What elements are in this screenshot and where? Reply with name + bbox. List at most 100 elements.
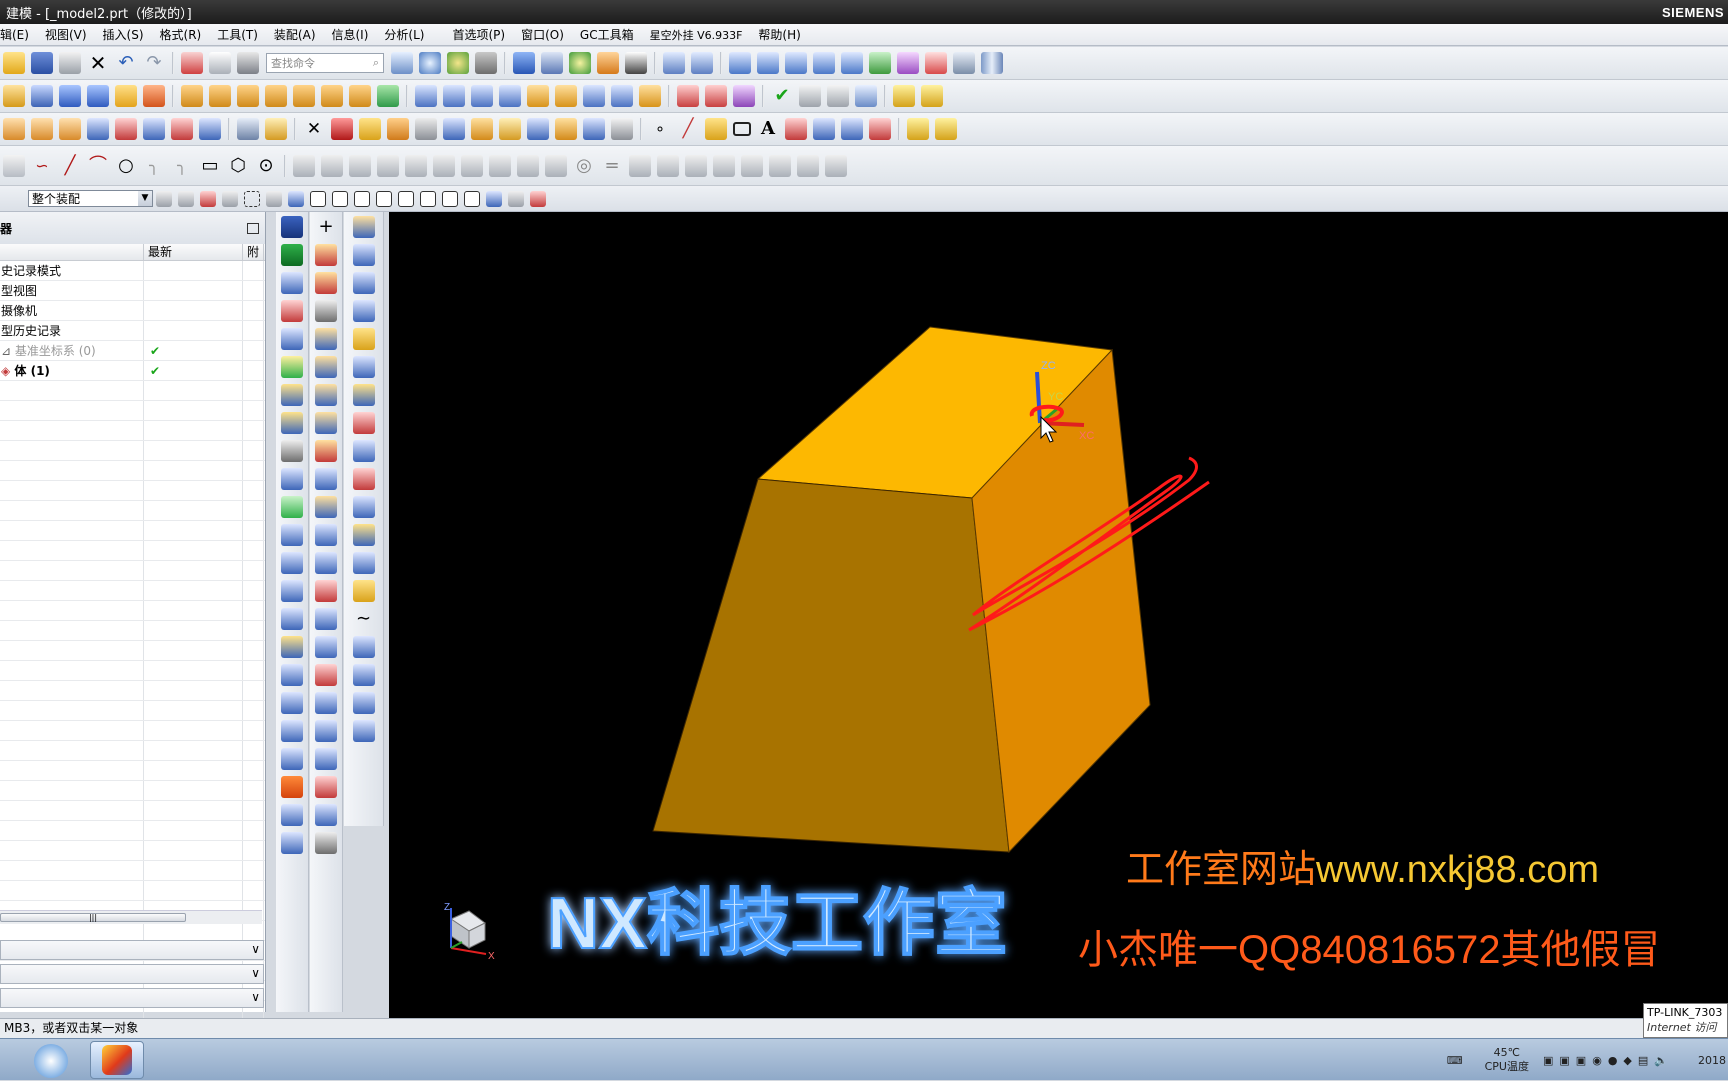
block-front-face[interactable] <box>652 478 1010 853</box>
name-icon[interactable] <box>281 832 303 854</box>
curve-icon-3[interactable] <box>841 118 863 140</box>
menu-format[interactable]: 格式(R) <box>160 26 202 43</box>
unite-icon[interactable] <box>377 85 399 107</box>
polygon-icon[interactable]: ⬡ <box>227 155 249 177</box>
plus-icon[interactable]: + <box>315 216 337 238</box>
tree-row[interactable]: ⊿ 基准坐标系 (0) ✔ <box>0 341 265 361</box>
curve-icon-2[interactable] <box>813 118 835 140</box>
line-icon[interactable]: ╱ <box>677 118 699 140</box>
csys-icon[interactable] <box>855 85 877 107</box>
constraint-icon-14[interactable] <box>713 154 735 177</box>
datum-icon[interactable] <box>3 118 25 140</box>
curve-tool-icon-4[interactable] <box>315 328 337 350</box>
selection-scope-dropdown[interactable]: 整个装配 ▼ <box>28 190 153 207</box>
split-body-icon[interactable] <box>443 85 465 107</box>
constraint-icon-3[interactable] <box>349 154 371 177</box>
feature-icon-1[interactable] <box>281 216 303 238</box>
constraint-icon-16[interactable] <box>769 154 791 177</box>
surface-tool-icon-10[interactable] <box>352 468 375 490</box>
menu-preferences[interactable]: 首选项(P) <box>452 26 505 43</box>
point-icon[interactable]: ∘ <box>649 118 671 140</box>
sketch-icon[interactable] <box>3 154 25 177</box>
sphere-view-icon[interactable] <box>569 52 591 74</box>
arc-icon[interactable]: ⌒ <box>87 155 109 177</box>
graphics-viewport[interactable]: ZC YC XC Z X NX科技工作室 工作室网站www.nxkj88.com… <box>389 212 1728 1018</box>
snap-intersect-icon[interactable] <box>376 190 392 207</box>
profile-icon[interactable]: ∽ <box>31 155 53 177</box>
copy-icon[interactable] <box>209 52 231 74</box>
cone-icon[interactable] <box>115 85 137 107</box>
table-icon[interactable] <box>799 85 821 107</box>
feature-icon-6[interactable] <box>281 356 303 378</box>
surface-tool-icon-6[interactable] <box>352 356 375 378</box>
feature-icon-13[interactable] <box>281 552 303 574</box>
constraint-icon-9[interactable] <box>517 154 539 177</box>
revolve-icon[interactable] <box>31 85 53 107</box>
snap-center-icon[interactable] <box>398 190 414 207</box>
pocket-icon[interactable] <box>237 85 259 107</box>
snap-icon-6[interactable] <box>266 190 282 207</box>
curve-tool-icon-11[interactable] <box>315 524 337 546</box>
tray-icon-1[interactable]: ▣ <box>1543 1054 1553 1067</box>
feature-icon-12[interactable] <box>281 524 303 546</box>
feature-icon-21[interactable] <box>281 804 303 826</box>
tree-row[interactable]: 史记录模式 <box>0 261 265 281</box>
tray-icon-4[interactable]: ● <box>1608 1054 1618 1067</box>
sheet-icon[interactable] <box>677 85 699 107</box>
measure-icon[interactable] <box>237 118 259 140</box>
column-attached[interactable]: 附 <box>243 244 264 260</box>
layer-icon[interactable] <box>597 52 619 74</box>
surface-tool-icon-15[interactable] <box>352 636 375 658</box>
gold-icon-4[interactable] <box>935 118 957 140</box>
ruler-icon[interactable] <box>265 118 287 140</box>
circle-icon[interactable]: ○ <box>115 155 137 177</box>
mesh-icon[interactable] <box>869 52 891 74</box>
boss-icon[interactable] <box>209 85 231 107</box>
orange-box-icon[interactable] <box>387 118 409 140</box>
menu-gc-toolbox[interactable]: GC工具箱 <box>580 26 634 43</box>
wave-icon[interactable]: ∼ <box>353 608 375 630</box>
edge-blend-icon[interactable] <box>583 85 605 107</box>
menu-help[interactable]: 帮助(H) <box>758 26 800 43</box>
fillet-icon[interactable]: ╮ <box>143 155 165 177</box>
constraint-icon-2[interactable] <box>321 154 343 177</box>
qq-icon[interactable]: ◉ <box>1592 1054 1602 1067</box>
curve-icon-1[interactable] <box>785 118 807 140</box>
maximize-icon[interactable] <box>247 222 259 234</box>
check-icon[interactable]: ✔ <box>771 85 793 107</box>
snap-icon-8[interactable] <box>508 190 524 207</box>
feature-icon-2[interactable] <box>281 244 303 266</box>
constraint-icon-15[interactable] <box>741 154 763 177</box>
stand-icon[interactable] <box>583 118 605 140</box>
tree-row[interactable]: 摄像机 <box>0 301 265 321</box>
feature-icon-19[interactable] <box>281 720 303 742</box>
surface-icon-3[interactable] <box>785 52 807 74</box>
rotate-icon[interactable] <box>447 52 469 74</box>
surface-icon-4[interactable] <box>813 52 835 74</box>
feature-icon-7[interactable] <box>281 384 303 406</box>
constraint-icon-12[interactable] <box>657 154 679 177</box>
volume-icon[interactable]: 🔈 <box>1654 1054 1668 1067</box>
constraint-icon-13[interactable] <box>685 154 707 177</box>
menu-info[interactable]: 信息(I) <box>332 26 369 43</box>
cut-icon[interactable] <box>181 52 203 74</box>
sphere-icon[interactable] <box>143 85 165 107</box>
shaded-view-icon[interactable] <box>513 52 535 74</box>
surface-tool-icon-11[interactable] <box>352 496 375 518</box>
surface-tool-icon-4[interactable] <box>352 300 375 322</box>
constraint-icon-1[interactable] <box>293 154 315 177</box>
surface-tool-icon-8[interactable] <box>352 412 375 434</box>
constraint-icon-7[interactable] <box>461 154 483 177</box>
feature-icon-16[interactable] <box>281 636 303 658</box>
snap-point-icon[interactable] <box>442 190 458 207</box>
start-button[interactable] <box>34 1044 68 1078</box>
scrollbar-thumb[interactable]: ||| <box>0 913 186 922</box>
feature-icon-14[interactable] <box>281 580 303 602</box>
feature-icon-15[interactable] <box>281 608 303 630</box>
assembly-icon-3[interactable] <box>87 118 109 140</box>
menu-tools[interactable]: 工具(T) <box>217 26 258 43</box>
surface-tool-icon-1[interactable] <box>352 216 375 238</box>
assembly-icon-7[interactable] <box>199 118 221 140</box>
curve-tool-icon-22[interactable] <box>315 832 337 854</box>
menu-edit[interactable]: 辑(E) <box>0 26 29 43</box>
